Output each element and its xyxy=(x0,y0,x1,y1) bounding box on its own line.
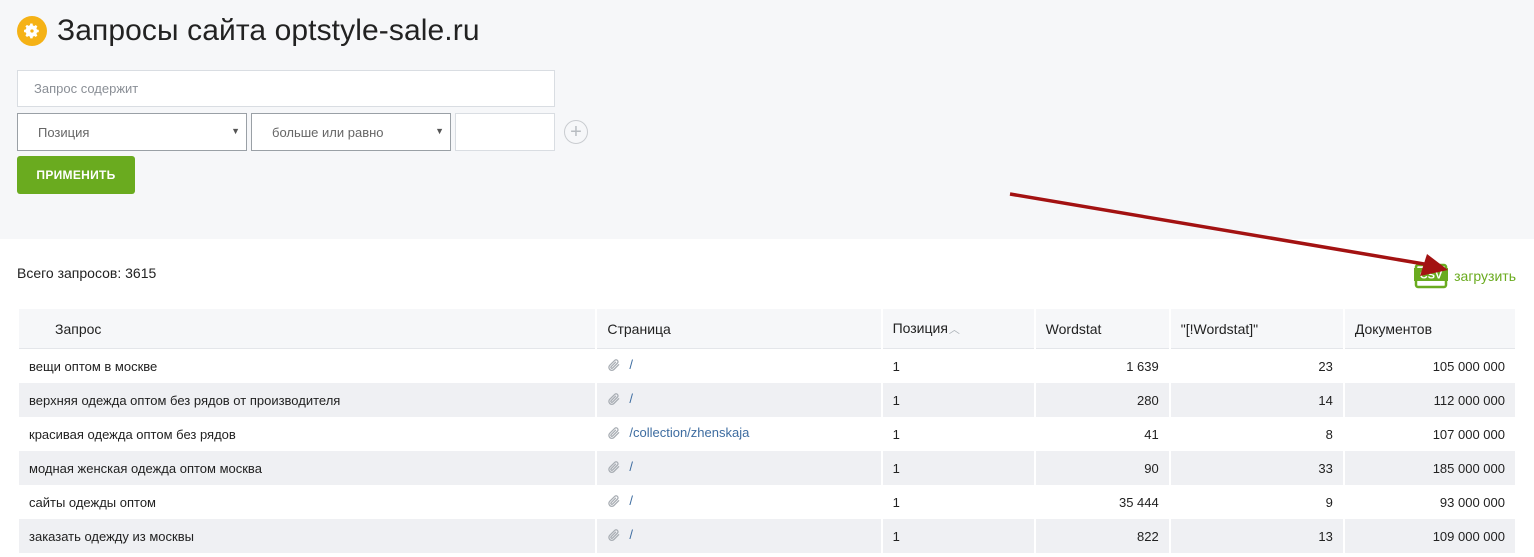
page-cell: / xyxy=(597,451,881,485)
column-header-query[interactable]: Запрос xyxy=(19,309,596,349)
documents-cell: 93 000 000 xyxy=(1439,494,1505,510)
wordstat-cell: 1 639 xyxy=(1126,358,1159,374)
query-cell: красивая одежда оптом без рядов xyxy=(29,426,236,442)
paperclip-icon xyxy=(607,494,621,511)
paperclip-icon xyxy=(607,460,621,477)
position-cell: 1 xyxy=(882,383,1034,417)
table-header-row: Запрос Страница Позиция︿ Wordstat "[!Wor… xyxy=(19,309,1515,349)
table-row: красивая одежда оптом без рядов/collecti… xyxy=(19,417,1515,451)
column-header-wordstat[interactable]: Wordstat xyxy=(1035,309,1169,349)
add-filter-icon[interactable]: + xyxy=(564,120,588,144)
query-cell: модная женская одежда оптом москва xyxy=(19,451,596,485)
column-header-position[interactable]: Позиция︿ xyxy=(882,309,1034,349)
page-link[interactable]: / xyxy=(629,527,633,542)
sort-up-icon: ︿ xyxy=(948,324,960,336)
documents-cell: 109 000 000 xyxy=(1344,519,1515,553)
csv-icon: CSV xyxy=(1414,262,1449,290)
column-header-page[interactable]: Страница xyxy=(597,309,881,349)
page-cell: / xyxy=(597,349,880,383)
gear-icon[interactable] xyxy=(17,16,47,46)
exact-wordstat-cell: 8 xyxy=(1325,426,1333,442)
field-select-value: Позиция xyxy=(38,124,90,140)
table-row: вещи оптом в москве / 1 1 639 23 105 000 000 xyxy=(19,349,1515,383)
download-csv-link[interactable]: CSV загрузить xyxy=(1414,262,1516,290)
documents-cell: 112 000 000 xyxy=(1344,383,1515,417)
page-cell: / xyxy=(597,383,881,417)
page-link[interactable]: / xyxy=(629,493,633,508)
wordstat-cell: 35 444 xyxy=(1118,494,1159,510)
title-row: Запросы сайта optstyle-sale.ru xyxy=(17,14,480,48)
operator-select[interactable]: больше или равно ▼ xyxy=(251,113,451,151)
page-link[interactable]: / xyxy=(629,391,633,406)
column-header-exact-wordstat[interactable]: "[!Wordstat]" xyxy=(1170,309,1343,349)
column-header-documents[interactable]: Документов xyxy=(1344,309,1515,349)
position-cell: 1 xyxy=(892,426,900,442)
operator-select-value: больше или равно xyxy=(272,124,384,140)
query-cell: заказать одежду из москвы xyxy=(19,519,596,553)
query-cell: вещи оптом в москве xyxy=(29,358,158,374)
exact-wordstat-cell: 13 xyxy=(1170,519,1343,553)
page-link[interactable]: /collection/zhenskaja xyxy=(629,425,749,440)
position-cell: 1 xyxy=(892,494,900,510)
documents-cell: 185 000 000 xyxy=(1344,451,1515,485)
exact-wordstat-cell: 23 xyxy=(1318,358,1333,374)
page-link[interactable]: / xyxy=(629,357,633,372)
table-row: модная женская одежда оптом москва / 1 90 33… xyxy=(19,451,1515,485)
wordstat-cell: 90 xyxy=(1035,451,1169,485)
position-cell: 1 xyxy=(882,451,1034,485)
wordstat-cell: 280 xyxy=(1035,383,1169,417)
total-queries: Всего запросов: 3615 xyxy=(17,265,157,281)
caret-down-icon: ▼ xyxy=(435,126,444,136)
exact-wordstat-cell: 14 xyxy=(1170,383,1343,417)
wordstat-cell: 822 xyxy=(1035,519,1169,553)
apply-button[interactable]: ПРИМЕНИТЬ xyxy=(17,156,135,194)
paperclip-icon xyxy=(607,392,621,409)
table-row: сайты одежды оптом / 1 35 444 9 93 000 000 xyxy=(19,485,1515,519)
paperclip-icon xyxy=(607,426,621,443)
page-link[interactable]: / xyxy=(629,459,633,474)
column-header-position-label: Позиция xyxy=(892,320,948,336)
paperclip-icon xyxy=(607,358,621,375)
download-label: загрузить xyxy=(1454,268,1516,284)
page-cell: / xyxy=(597,485,880,519)
field-select[interactable]: Позиция ▼ xyxy=(17,113,247,151)
caret-down-icon: ▼ xyxy=(231,126,240,136)
table-row: верхняя одежда оптом без рядов от произв… xyxy=(19,383,1515,417)
page-title: Запросы сайта optstyle-sale.ru xyxy=(57,14,480,47)
position-cell: 1 xyxy=(892,358,900,374)
documents-cell: 107 000 000 xyxy=(1432,426,1505,442)
paperclip-icon xyxy=(607,528,621,545)
svg-text:CSV: CSV xyxy=(1420,270,1443,282)
page-cell: / xyxy=(597,519,881,553)
query-cell: сайты одежды оптом xyxy=(29,494,156,510)
table-row: заказать одежду из москвы / 1 822 13 109 000 … xyxy=(19,519,1515,553)
page-cell: /collection/zhenskaja xyxy=(597,417,880,451)
queries-table: Запрос Страница Позиция︿ Wordstat "[!Wor… xyxy=(17,309,1517,553)
exact-wordstat-cell: 33 xyxy=(1170,451,1343,485)
query-contains-input[interactable] xyxy=(17,70,555,107)
wordstat-cell: 41 xyxy=(1144,426,1159,442)
position-cell: 1 xyxy=(882,519,1034,553)
query-cell: верхняя одежда оптом без рядов от произв… xyxy=(19,383,596,417)
filter-panel: Запросы сайта optstyle-sale.ru Позиция ▼… xyxy=(0,0,1534,239)
filter-value-input[interactable] xyxy=(455,113,555,151)
documents-cell: 105 000 000 xyxy=(1432,358,1505,374)
exact-wordstat-cell: 9 xyxy=(1325,494,1333,510)
